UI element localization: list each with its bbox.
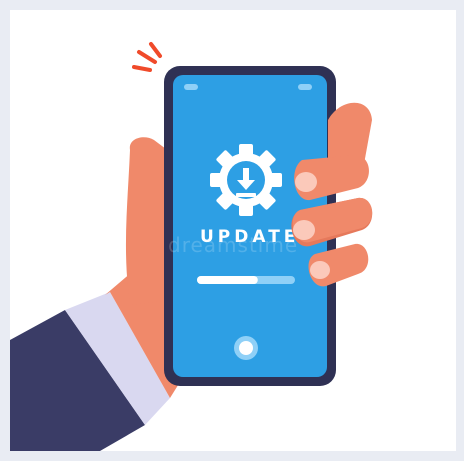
vibration-lines-icon xyxy=(132,42,162,72)
home-button-icon xyxy=(234,336,258,360)
speaker-slot-right xyxy=(298,84,312,90)
phone-update-illustration: dreamstime UPDATE xyxy=(10,42,373,451)
progress-fill xyxy=(197,276,258,284)
speaker-slot-left xyxy=(184,84,198,90)
update-label: UPDATE xyxy=(200,227,299,247)
finger-1 xyxy=(294,155,369,201)
illustration-frame: dreamstime UPDATE xyxy=(10,10,456,451)
update-progress-bar xyxy=(197,276,295,284)
